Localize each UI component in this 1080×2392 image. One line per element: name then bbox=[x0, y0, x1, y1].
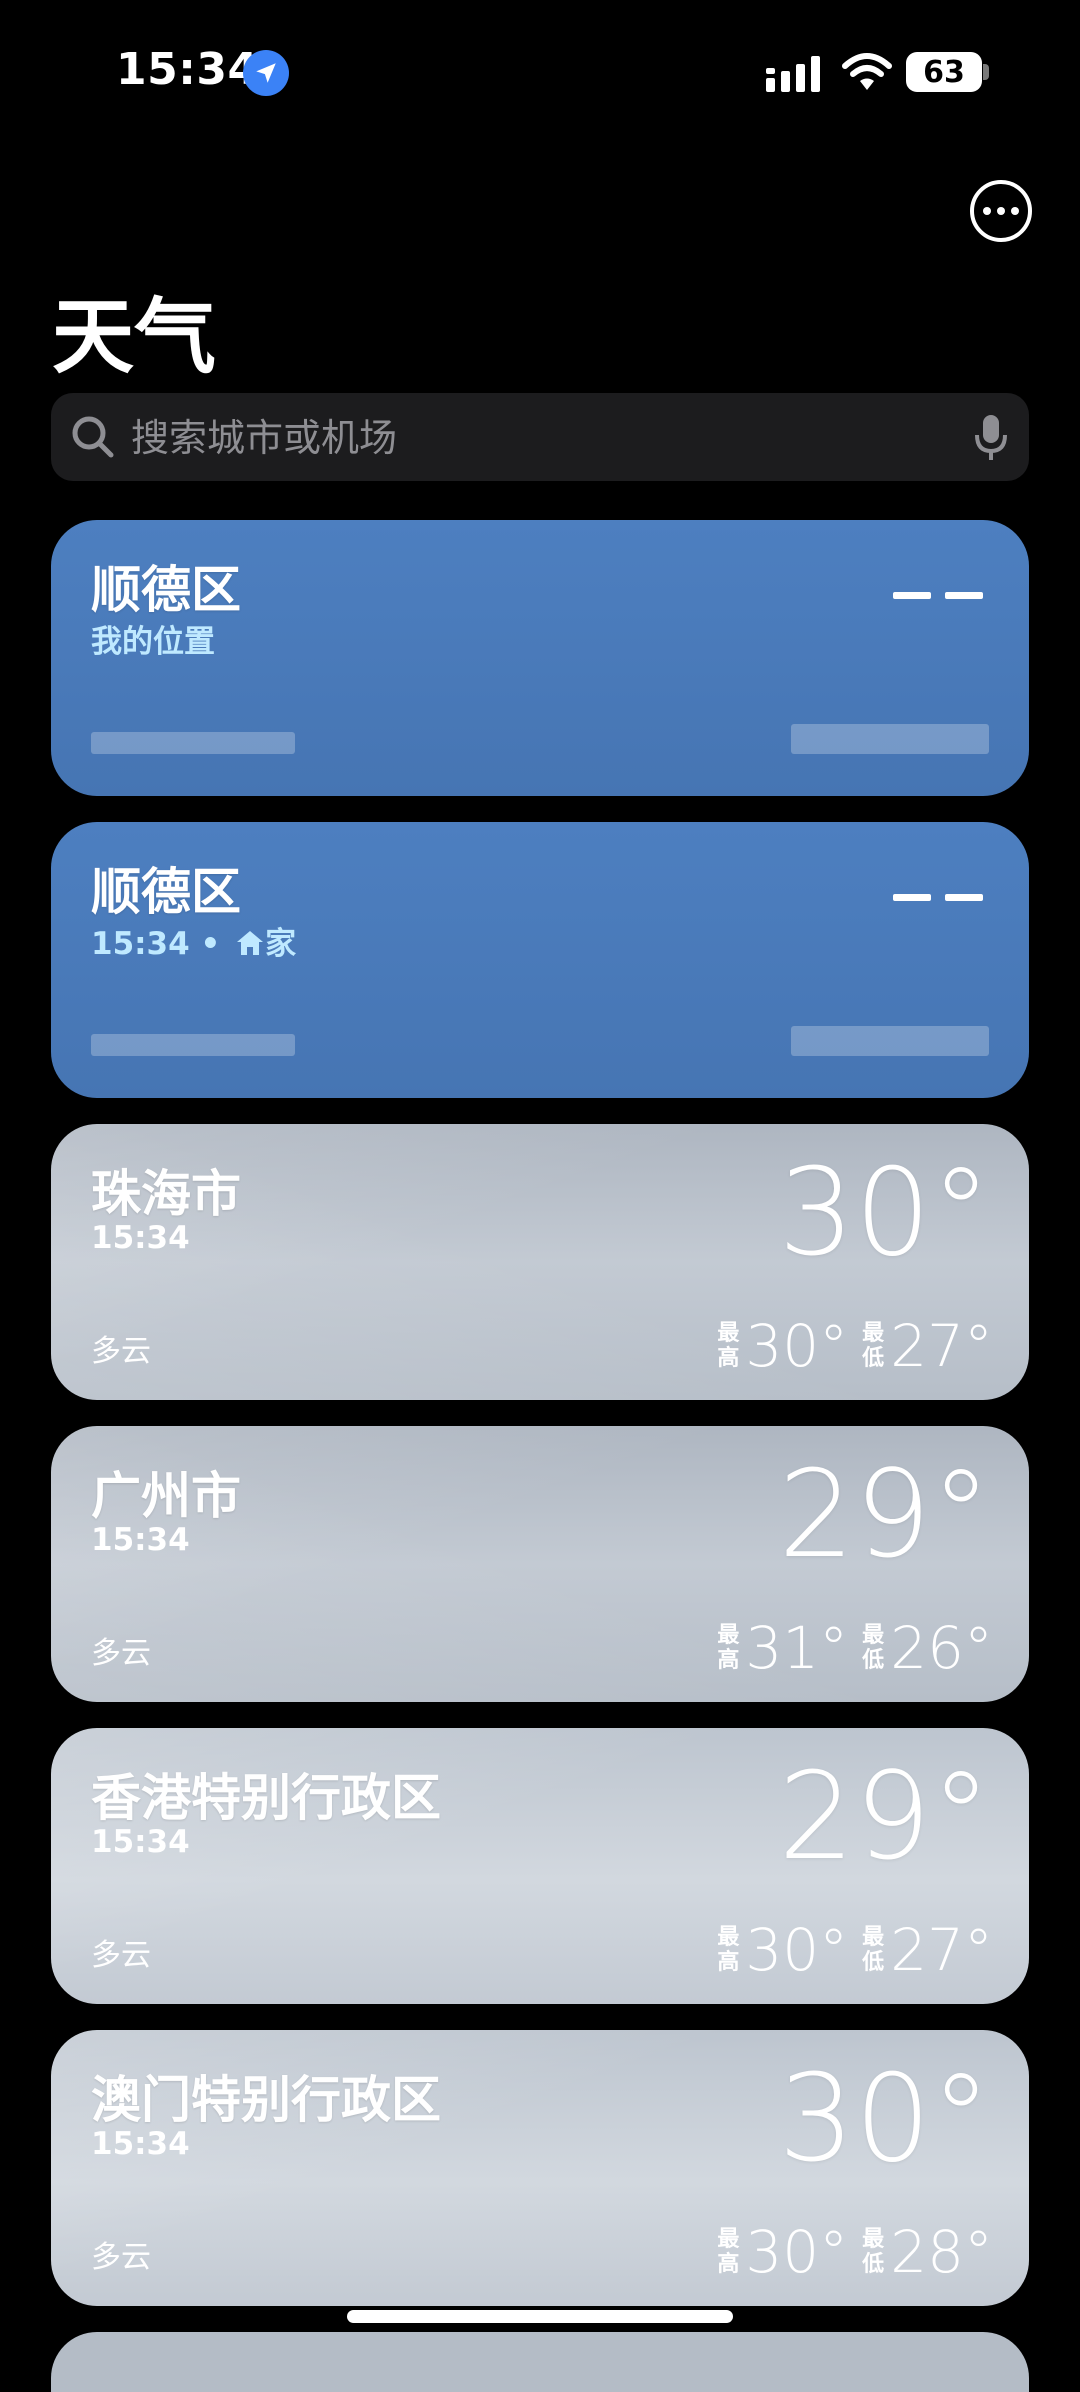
search-bar[interactable] bbox=[51, 393, 1029, 483]
home-label: 家 bbox=[265, 926, 297, 962]
city-name: 顺德区 bbox=[91, 561, 241, 619]
battery-icon: 63 bbox=[906, 52, 982, 92]
weather-condition: 多云 bbox=[91, 1938, 151, 1973]
weather-condition: 多云 bbox=[91, 1636, 151, 1671]
temperature-placeholder bbox=[893, 592, 983, 599]
location-subtitle: 15:34 • 家 bbox=[91, 918, 296, 963]
current-temperature: 30° bbox=[778, 1144, 991, 1283]
low-temperature: 27° bbox=[890, 1916, 993, 1984]
local-time: 15:34 bbox=[91, 926, 190, 962]
high-label: 最高 bbox=[717, 1623, 740, 1673]
location-card-zhuhai[interactable]: 珠海市 15:34 30° 多云 最高 30° 最低 27° bbox=[51, 1124, 1029, 1400]
separator-dot: • bbox=[200, 926, 221, 962]
temperature-placeholder bbox=[893, 894, 983, 901]
more-options-button[interactable] bbox=[970, 180, 1032, 242]
low-temperature: 26° bbox=[890, 1614, 993, 1682]
high-label: 最高 bbox=[717, 2227, 740, 2277]
local-time: 15:34 bbox=[91, 1824, 190, 1860]
high-label: 最高 bbox=[717, 1925, 740, 1975]
home-indicator[interactable] bbox=[347, 2310, 733, 2323]
low-label: 最低 bbox=[862, 1321, 885, 1371]
current-temperature: 29° bbox=[778, 1748, 991, 1887]
high-temperature: 31° bbox=[745, 1614, 849, 1682]
low-label: 最低 bbox=[862, 2227, 885, 2277]
house-icon bbox=[237, 931, 264, 955]
high-temperature: 30° bbox=[745, 1916, 849, 1984]
city-name: 澳门特别行政区 bbox=[91, 2071, 441, 2129]
hilo-placeholder bbox=[791, 1026, 989, 1056]
high-label: 最高 bbox=[717, 1321, 740, 1371]
ellipsis-dot bbox=[997, 207, 1005, 215]
location-arrow-icon bbox=[243, 50, 289, 96]
low-temperature: 28° bbox=[890, 2218, 993, 2286]
status-bar: 15:34 63 bbox=[0, 0, 1080, 140]
location-card-my-location[interactable]: 顺德区 我的位置 bbox=[51, 520, 1029, 796]
city-name: 珠海市 bbox=[91, 1165, 241, 1223]
battery-cap bbox=[983, 64, 989, 80]
current-temperature: 29° bbox=[778, 1446, 991, 1585]
city-name: 顺德区 bbox=[91, 863, 241, 921]
high-low-temperature: 最高 30° 最低 27° bbox=[717, 1312, 993, 1380]
search-icon bbox=[72, 416, 114, 458]
location-subtitle: 我的位置 bbox=[91, 624, 215, 660]
condition-placeholder bbox=[91, 732, 295, 754]
location-card-guangzhou[interactable]: 广州市 15:34 29° 多云 最高 31° 最低 26° bbox=[51, 1426, 1029, 1702]
low-temperature: 27° bbox=[890, 1312, 993, 1380]
ellipsis-dot bbox=[1011, 207, 1019, 215]
city-name: 香港特别行政区 bbox=[91, 1769, 441, 1827]
location-card-home[interactable]: 顺德区 15:34 • 家 bbox=[51, 822, 1029, 1098]
search-input[interactable] bbox=[129, 393, 913, 483]
local-time: 15:34 bbox=[91, 1522, 190, 1558]
high-low-temperature: 最高 30° 最低 28° bbox=[717, 2218, 993, 2286]
city-name: 广州市 bbox=[91, 1467, 241, 1525]
current-temperature: 30° bbox=[778, 2050, 991, 2189]
weather-condition: 多云 bbox=[91, 2240, 151, 2275]
page-title: 天气 bbox=[52, 290, 217, 385]
location-card-next[interactable] bbox=[51, 2332, 1029, 2392]
low-label: 最低 bbox=[862, 1925, 885, 1975]
location-card-hong-kong[interactable]: 香港特别行政区 15:34 29° 多云 最高 30° 最低 27° bbox=[51, 1728, 1029, 2004]
ellipsis-dot bbox=[983, 207, 991, 215]
high-low-temperature: 最高 30° 最低 27° bbox=[717, 1916, 993, 1984]
local-time: 15:34 bbox=[91, 1220, 190, 1256]
battery-level: 63 bbox=[923, 54, 965, 90]
low-label: 最低 bbox=[862, 1623, 885, 1673]
weather-condition: 多云 bbox=[91, 1334, 151, 1369]
high-low-temperature: 最高 31° 最低 26° bbox=[717, 1614, 993, 1682]
microphone-icon[interactable] bbox=[973, 413, 1009, 463]
local-time: 15:34 bbox=[91, 2126, 190, 2162]
status-time: 15:34 bbox=[116, 44, 259, 95]
high-temperature: 30° bbox=[745, 1312, 849, 1380]
high-temperature: 30° bbox=[745, 2218, 849, 2286]
hilo-placeholder bbox=[791, 724, 989, 754]
location-card-macau[interactable]: 澳门特别行政区 15:34 30° 多云 最高 30° 最低 28° bbox=[51, 2030, 1029, 2306]
condition-placeholder bbox=[91, 1034, 295, 1056]
wifi-icon bbox=[842, 53, 892, 90]
cellular-signal-icon bbox=[766, 56, 820, 92]
